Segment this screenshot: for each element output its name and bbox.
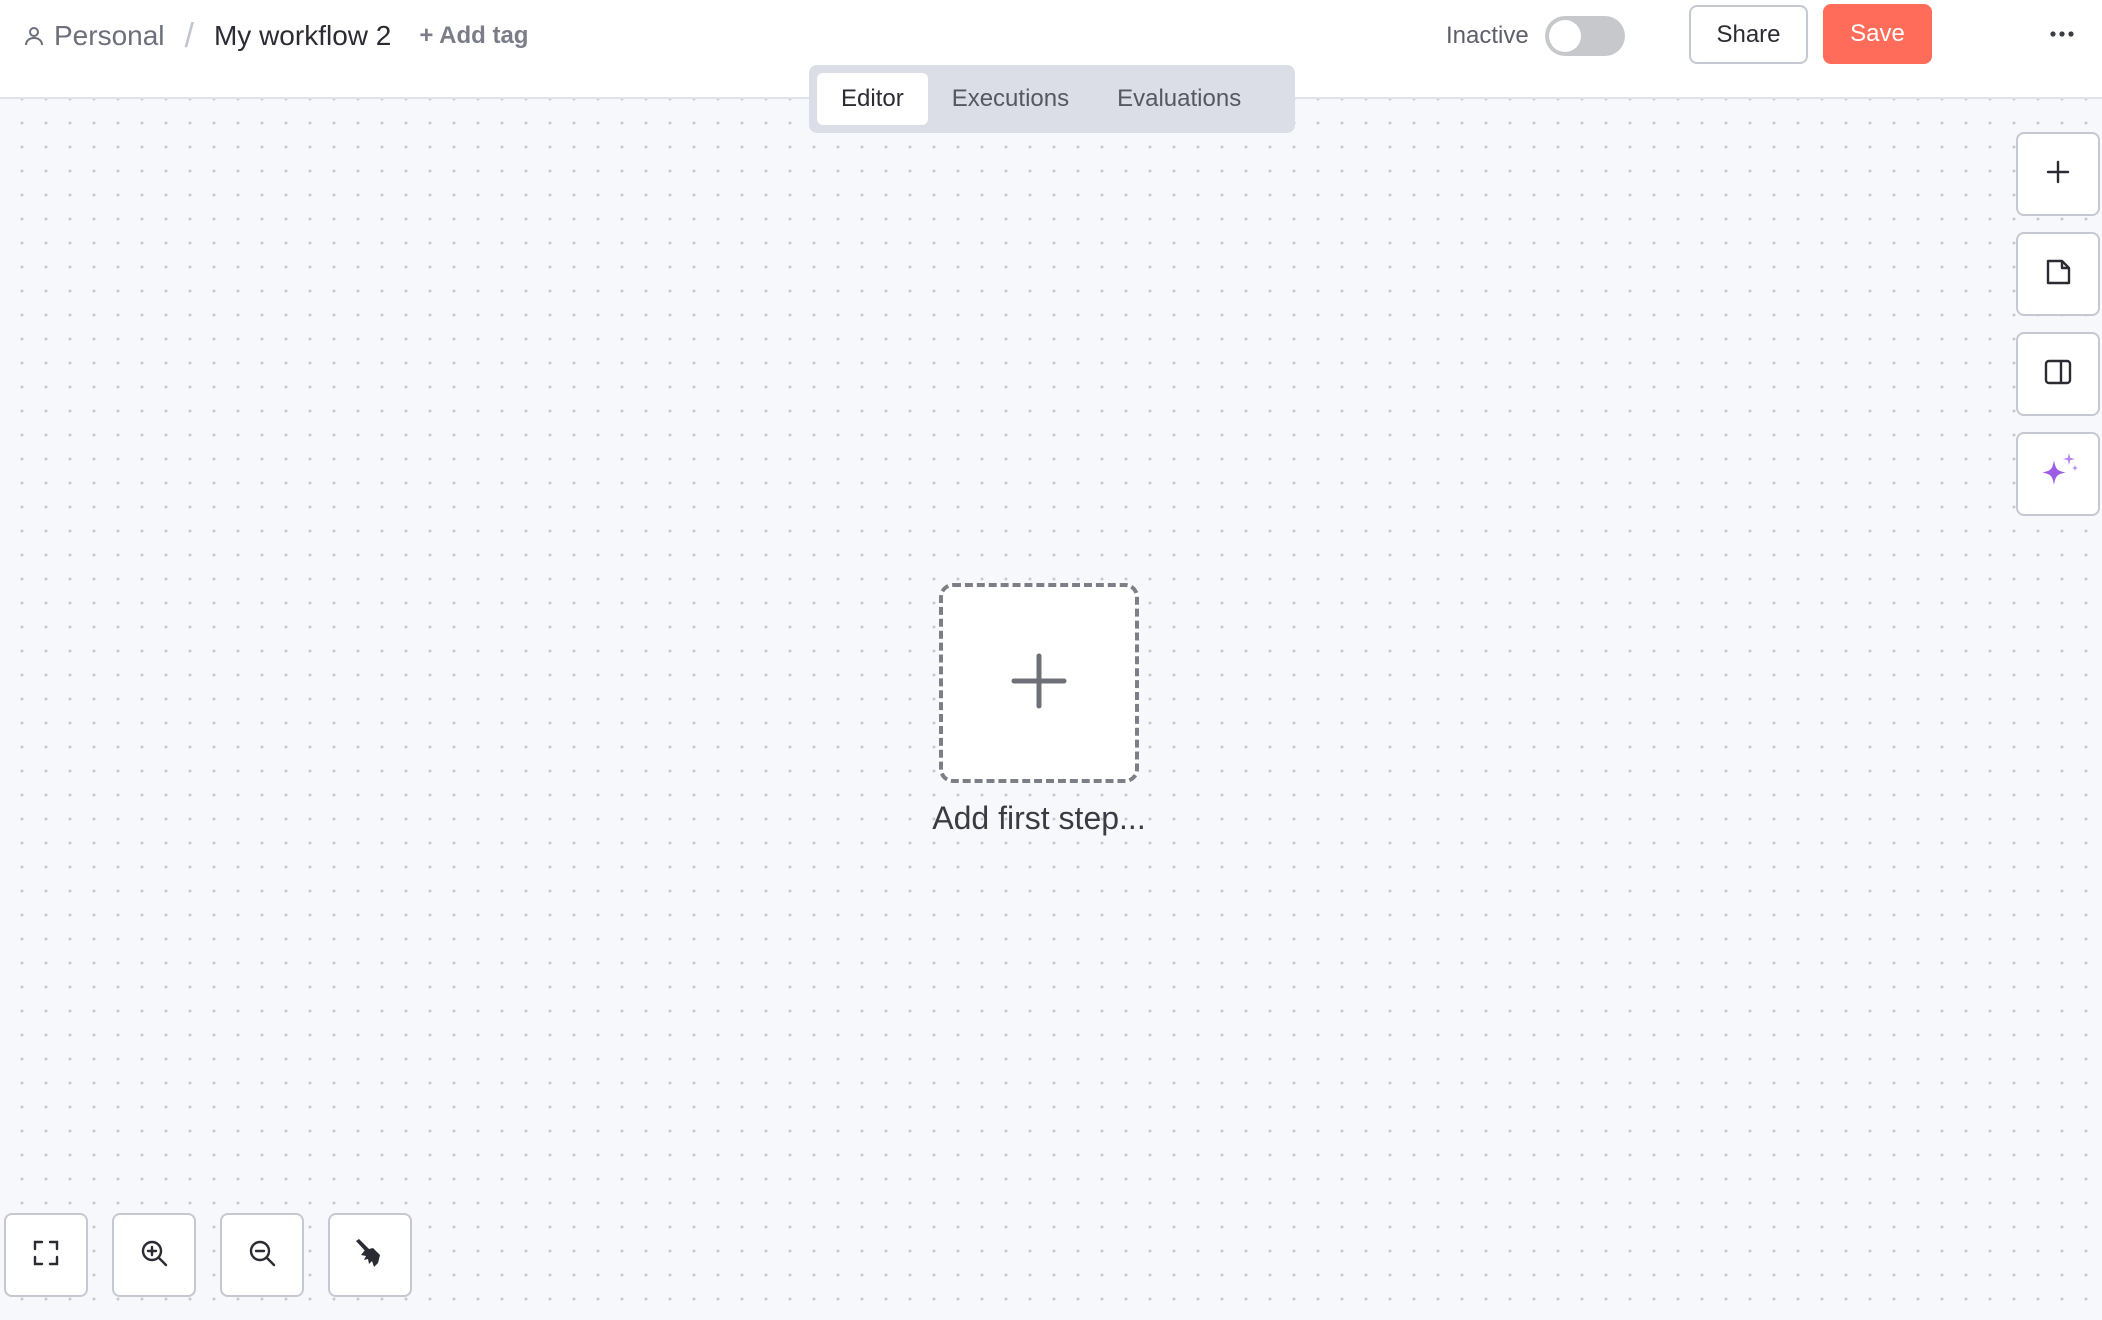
workflow-name[interactable]: My workflow 2 (214, 20, 391, 52)
zoom-out-button[interactable] (220, 1213, 304, 1297)
toggle-panel-button[interactable] (2016, 332, 2100, 416)
user-icon (22, 24, 46, 48)
share-button[interactable]: Share (1689, 5, 1808, 64)
sticky-note-icon (2043, 257, 2073, 292)
fit-view-icon (31, 1238, 61, 1273)
tab-editor[interactable]: Editor (817, 73, 928, 125)
active-toggle[interactable] (1544, 16, 1625, 56)
toggle-knob (1548, 20, 1581, 52)
zoom-in-button[interactable] (112, 1213, 196, 1297)
breadcrumb-separator: / (184, 16, 194, 55)
more-icon (2050, 25, 2074, 43)
fit-view-button[interactable] (4, 1213, 88, 1297)
tab-executions[interactable]: Executions (928, 73, 1093, 125)
add-first-step-button[interactable] (939, 583, 1139, 783)
status-label: Inactive (1446, 22, 1529, 49)
sparkles-icon (2036, 450, 2080, 499)
tidy-up-button[interactable] (328, 1213, 412, 1297)
add-tag-button[interactable]: + Add tag (419, 22, 528, 50)
panel-right-icon (2043, 357, 2073, 392)
zoom-out-icon (247, 1238, 277, 1273)
activation-control: Inactive (1446, 14, 1625, 58)
plus-icon (2044, 158, 2072, 191)
project-link[interactable]: Personal (54, 20, 165, 52)
view-tabs: Editor Executions Evaluations (809, 65, 1295, 133)
more-options-button[interactable] (2040, 14, 2084, 54)
plus-icon (1009, 651, 1069, 716)
breadcrumb: Personal / My workflow 2 + Add tag (22, 14, 528, 58)
zoom-in-icon (139, 1238, 169, 1273)
add-first-step-label: Add first step... (932, 800, 1146, 836)
save-button[interactable]: Save (1823, 4, 1932, 64)
add-node-button[interactable] (2016, 132, 2100, 216)
ai-assistant-button[interactable] (2016, 432, 2100, 516)
add-sticky-note-button[interactable] (2016, 232, 2100, 316)
tidy-up-icon (353, 1236, 387, 1275)
tab-evaluations[interactable]: Evaluations (1093, 73, 1265, 125)
